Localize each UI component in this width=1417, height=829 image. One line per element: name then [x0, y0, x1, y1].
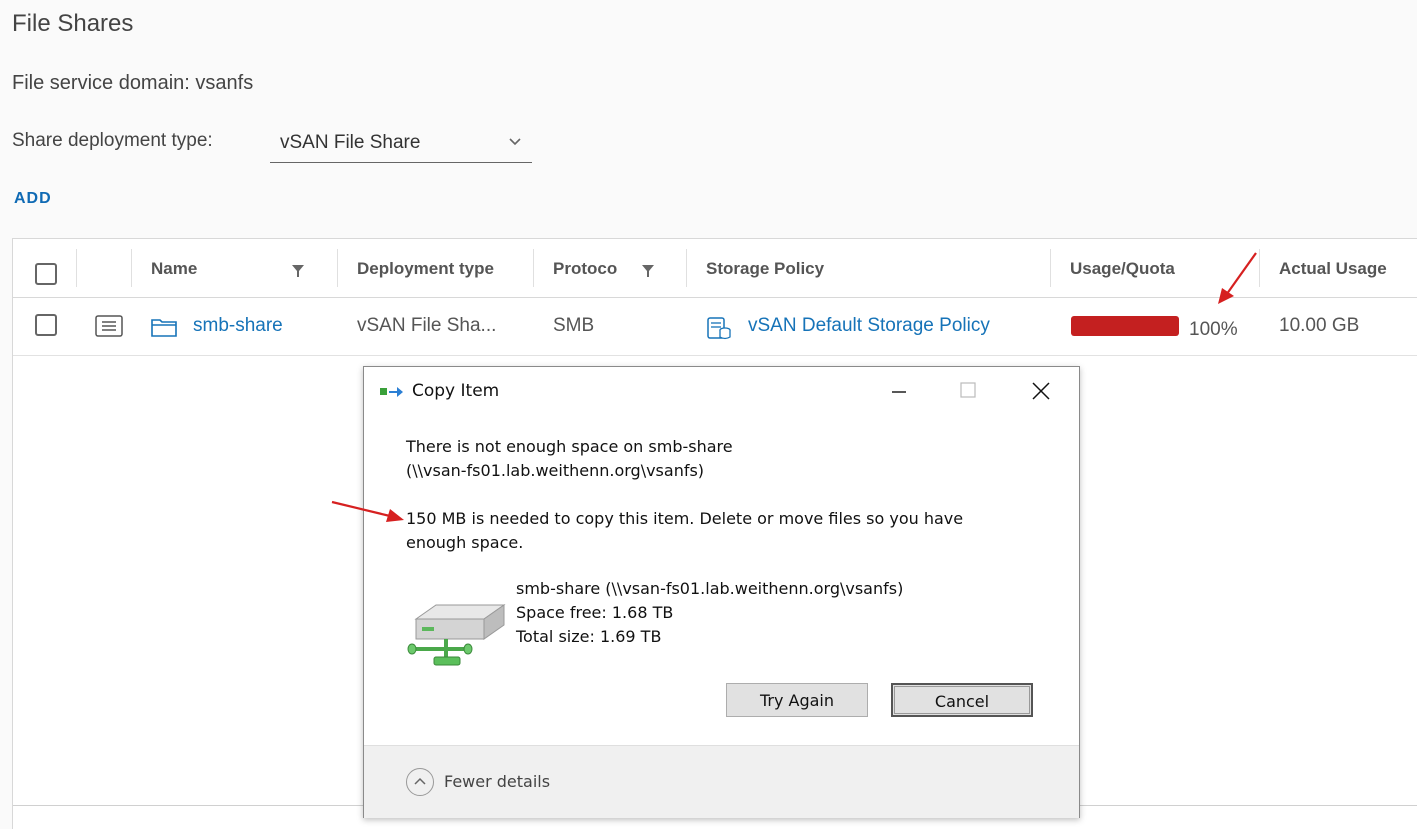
annotation-arrow-icon — [1218, 252, 1257, 304]
select-all-checkbox[interactable] — [35, 263, 57, 285]
drive-name: smb-share (\\vsan-fs01.lab.weithenn.org\… — [516, 579, 904, 598]
close-icon[interactable] — [1018, 371, 1064, 411]
not-enough-space-message: There is not enough space on smb-share (… — [406, 435, 733, 483]
column-header-usage-quota[interactable]: Usage/Quota — [1070, 259, 1175, 279]
usage-percent: 100% — [1189, 319, 1238, 340]
column-header-storage-policy[interactable]: Storage Policy — [706, 259, 824, 279]
column-divider — [686, 249, 687, 287]
column-header-name[interactable]: Name — [151, 259, 197, 279]
copy-item-dialog: Copy Item There is not enough space on s… — [363, 366, 1080, 818]
network-drive-icon — [407, 604, 506, 666]
column-divider — [131, 249, 132, 287]
column-divider — [1050, 249, 1051, 287]
protocol-cell: SMB — [553, 315, 595, 336]
add-button[interactable]: ADD — [14, 190, 52, 208]
share-name-link[interactable]: smb-share — [193, 315, 283, 337]
column-divider — [337, 249, 338, 287]
column-header-actual-usage[interactable]: Actual Usage — [1279, 259, 1387, 279]
details-icon[interactable] — [95, 315, 123, 337]
usage-quota-bar — [1071, 316, 1179, 336]
space-free: Space free: 1.68 TB — [516, 603, 674, 622]
copy-item-icon — [380, 387, 403, 397]
message-line: enough space. — [406, 533, 524, 552]
file-service-domain: File service domain: vsanfs — [12, 72, 254, 94]
storage-policy-link[interactable]: vSAN Default Storage Policy — [748, 315, 990, 337]
deployment-type-select[interactable]: vSAN File Share — [270, 124, 532, 163]
table-row[interactable]: smb-share vSAN File Sha... SMB vSAN Defa… — [13, 297, 1417, 356]
grid-header: Name Deployment type Protoco Storage Pol… — [13, 239, 1417, 298]
total-size: Total size: 1.69 TB — [516, 627, 662, 646]
fewer-details-toggle[interactable] — [406, 768, 434, 796]
column-header-protocol[interactable]: Protoco — [553, 259, 617, 279]
maximize-icon[interactable] — [945, 371, 991, 411]
page-title: File Shares — [12, 10, 134, 37]
dialog-footer: Fewer details — [364, 745, 1079, 818]
folder-icon — [151, 319, 177, 337]
storage-policy-icon — [707, 317, 731, 340]
message-line: 150 MB is needed to copy this item. Dele… — [406, 509, 964, 528]
deployment-type-value: vSAN File Share — [280, 132, 421, 153]
deployment-type-cell: vSAN File Sha... — [357, 315, 497, 336]
message-line: (\\vsan-fs01.lab.weithenn.org\vsanfs) — [406, 461, 705, 480]
deployment-type-label: Share deployment type: — [12, 130, 213, 151]
try-again-button[interactable]: Try Again — [726, 683, 868, 717]
space-needed-message: 150 MB is needed to copy this item. Dele… — [406, 507, 963, 555]
message-line: There is not enough space on smb-share — [406, 437, 733, 456]
filter-icon[interactable] — [291, 264, 305, 278]
cancel-button[interactable]: Cancel — [891, 683, 1033, 717]
chevron-up-icon — [414, 777, 426, 785]
dialog-title: Copy Item — [412, 381, 500, 401]
filter-icon[interactable] — [641, 264, 655, 278]
minimize-icon[interactable] — [876, 371, 922, 411]
fewer-details-link[interactable]: Fewer details — [444, 772, 550, 791]
column-divider — [533, 249, 534, 287]
actual-usage-cell: 10.00 GB — [1279, 315, 1360, 336]
column-header-deployment-type[interactable]: Deployment type — [357, 259, 494, 279]
row-checkbox[interactable] — [35, 314, 57, 336]
chevron-down-icon — [509, 138, 521, 146]
annotation-arrow-icon — [331, 500, 404, 522]
column-divider — [76, 249, 77, 287]
